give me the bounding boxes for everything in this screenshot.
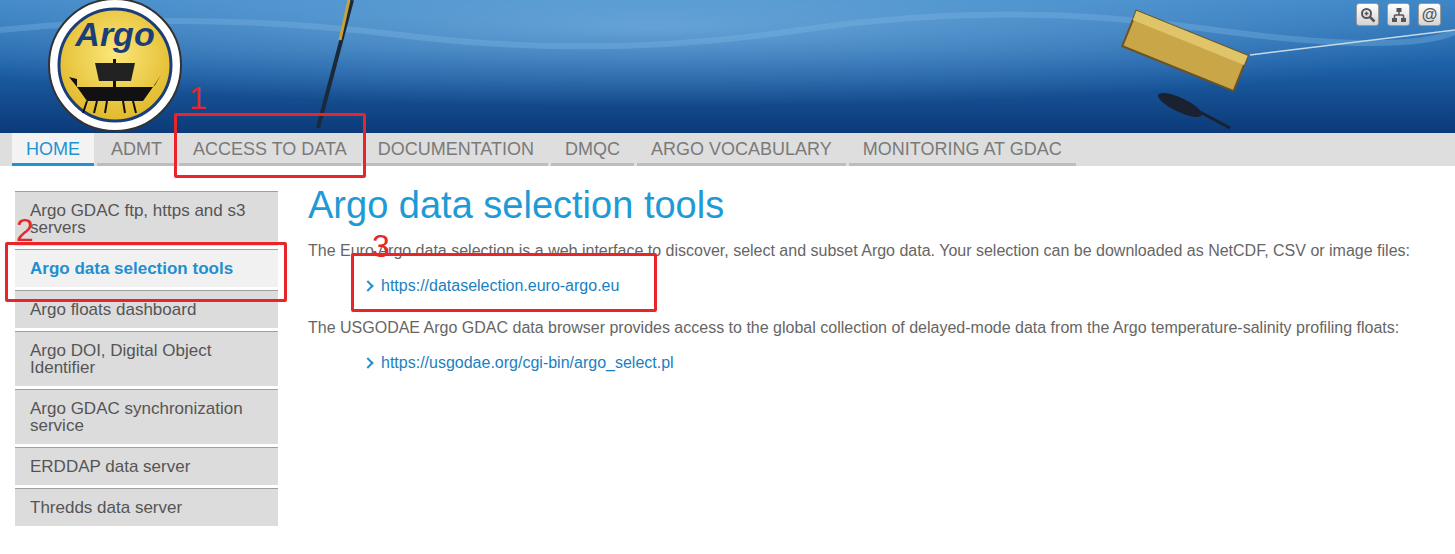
- nav-tab[interactable]: DMQC: [551, 133, 634, 166]
- nav-tab[interactable]: ACCESS TO DATA 1: [179, 133, 361, 166]
- page: Argo @ HOME ADMT ACCESS TO DATA 1DOCUMEN…: [0, 0, 1455, 554]
- main-nav: HOME ADMT ACCESS TO DATA 1DOCUMENTATION …: [0, 133, 1455, 166]
- annotation-number: 2: [16, 214, 34, 246]
- sitemap-button[interactable]: [1387, 3, 1410, 26]
- link-item: https://usgodae.org/cgi-bin/argo_select.…: [364, 354, 674, 372]
- page-body: Argo GDAC ftp, https and s3 servers Argo…: [0, 166, 1455, 526]
- link[interactable]: https://usgodae.org/cgi-bin/argo_select.…: [381, 354, 674, 372]
- sidebar: Argo GDAC ftp, https and s3 servers Argo…: [15, 191, 278, 526]
- contact-button[interactable]: @: [1418, 3, 1441, 26]
- nav-tab[interactable]: ARGO VOCABULARY: [637, 133, 846, 166]
- ocean-photo: [0, 0, 1455, 133]
- argo-logo[interactable]: Argo: [47, 0, 183, 133]
- link-item: https://dataselection.euro-argo.eu 3: [364, 277, 619, 295]
- nav-tab[interactable]: DOCUMENTATION: [364, 133, 548, 166]
- sitemap-icon: [1391, 7, 1407, 23]
- sidebar-item[interactable]: Argo floats dashboard: [15, 290, 278, 328]
- section-text: The USGODAE Argo GDAC data browser provi…: [308, 319, 1427, 337]
- annotation-number: 1: [189, 82, 207, 114]
- sidebar-item[interactable]: Argo DOI, Digital Object Identifier: [15, 331, 278, 386]
- sidebar-item[interactable]: ERDDAP data server: [15, 447, 278, 485]
- zoom-button[interactable]: [1356, 3, 1379, 26]
- header-banner: Argo @: [0, 0, 1455, 133]
- sidebar-item[interactable]: Thredds data server: [15, 488, 278, 526]
- sidebar-item[interactable]: Argo GDAC ftp, https and s3 servers: [15, 191, 278, 246]
- content: Argo data selection tools The Euro Argo …: [308, 166, 1455, 526]
- contact-icon: @: [1422, 7, 1438, 23]
- nav-tab[interactable]: HOME: [12, 133, 94, 166]
- chevron-icon: [362, 280, 373, 291]
- page-title: Argo data selection tools: [308, 184, 1427, 226]
- annotation-number: 3: [372, 230, 390, 262]
- nav-tab[interactable]: MONITORING AT GDAC: [849, 133, 1076, 166]
- link[interactable]: https://dataselection.euro-argo.eu: [381, 277, 619, 295]
- link-list: https://usgodae.org/cgi-bin/argo_select.…: [308, 354, 1427, 372]
- link-list: https://dataselection.euro-argo.eu 3: [308, 277, 1427, 295]
- chevron-icon: [362, 357, 373, 368]
- sidebar-item[interactable]: Argo GDAC synchronization service: [15, 389, 278, 444]
- header-tools: @: [1356, 3, 1441, 26]
- annotation-box: 1: [174, 113, 366, 178]
- sidebar-item[interactable]: Argo data selection tools 2: [15, 249, 278, 287]
- zoom-icon: [1360, 7, 1376, 23]
- nav-tab[interactable]: ADMT: [97, 133, 176, 166]
- section-text: The Euro Argo data selection is a web in…: [308, 242, 1427, 260]
- annotation-box: 3: [351, 253, 657, 312]
